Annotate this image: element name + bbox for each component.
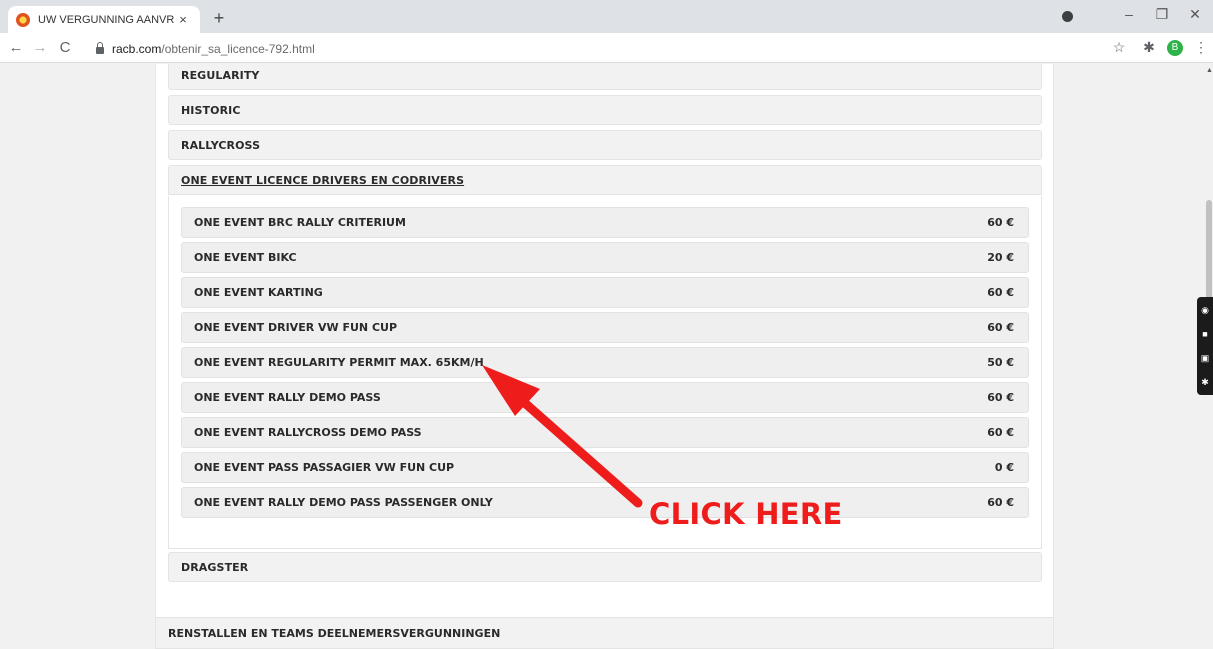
licence-item-name: ONE EVENT REGULARITY PERMIT MAX. 65KM/H — [194, 356, 484, 369]
accordion-dragster[interactable]: DRAGSTER — [168, 552, 1042, 582]
accordion-one-event[interactable]: ONE EVENT LICENCE DRIVERS EN CODRIVERS — [168, 165, 1042, 195]
licence-item-name: ONE EVENT BRC RALLY CRITERIUM — [194, 216, 406, 229]
accordion-regularity[interactable]: REGULARITY — [168, 64, 1042, 90]
licence-item[interactable]: ONE EVENT RALLY DEMO PASS PASSENGER ONLY… — [181, 487, 1029, 518]
tab-close-icon[interactable]: × — [174, 12, 192, 27]
licence-item[interactable]: ONE EVENT BIKC 20 € — [181, 242, 1029, 273]
licence-item[interactable]: ONE EVENT REGULARITY PERMIT MAX. 65KM/H … — [181, 347, 1029, 378]
accordion-historic[interactable]: HISTORIC — [168, 95, 1042, 125]
licence-item-name: ONE EVENT RALLY DEMO PASS — [194, 391, 381, 404]
page-viewport: REGULARITY HISTORIC RALLYCROSS ONE EVENT… — [0, 64, 1205, 649]
licence-item[interactable]: ONE EVENT BRC RALLY CRITERIUM 60 € — [181, 207, 1029, 238]
licence-item-name: ONE EVENT KARTING — [194, 286, 323, 299]
forward-button[interactable]: → — [30, 39, 50, 56]
screen-capture-widget: ◉ ■ ▣ ✱ — [1197, 297, 1213, 395]
window-close-button[interactable]: ✕ — [1181, 6, 1209, 23]
url-host: racb.com — [112, 41, 162, 56]
licence-item-price: 60 € — [987, 426, 1014, 439]
licence-item-price: 60 € — [987, 496, 1014, 509]
licence-item-price: 60 € — [987, 216, 1014, 229]
licence-item-price: 50 € — [987, 356, 1014, 369]
lock-icon — [96, 42, 104, 54]
video-icon[interactable]: ■ — [1200, 329, 1210, 339]
licence-item-price: 60 € — [987, 321, 1014, 334]
click-here-label: CLICK HERE — [649, 497, 843, 531]
extensions-icon[interactable]: ✱ — [1140, 39, 1158, 56]
image-icon[interactable]: ▣ — [1200, 353, 1210, 363]
browser-menu-icon[interactable]: ⋮ — [1192, 39, 1210, 56]
licence-item[interactable]: ONE EVENT PASS PASSAGIER VW FUN CUP 0 € — [181, 452, 1029, 483]
accordion-renstallen[interactable]: RENSTALLEN EN TEAMS DEELNEMERSVERGUNNING… — [155, 617, 1054, 649]
restore-button[interactable]: ❐ — [1148, 6, 1176, 23]
address-bar[interactable]: racb.com/obtenir_sa_licence-792.html — [92, 38, 1104, 59]
browser-toolbar: ← → C racb.com/obtenir_sa_licence-792.ht… — [0, 33, 1213, 63]
licence-item-price: 60 € — [987, 286, 1014, 299]
licence-item[interactable]: ONE EVENT DRIVER VW FUN CUP 60 € — [181, 312, 1029, 343]
browser-tab[interactable]: UW VERGUNNING AANVRAGEN × — [8, 6, 200, 33]
minimize-button[interactable]: – — [1115, 6, 1143, 22]
licence-item-name: ONE EVENT RALLYCROSS DEMO PASS — [194, 426, 422, 439]
licence-item[interactable]: ONE EVENT KARTING 60 € — [181, 277, 1029, 308]
licence-item-name: ONE EVENT DRIVER VW FUN CUP — [194, 321, 398, 334]
licence-item-name: ONE EVENT RALLY DEMO PASS PASSENGER ONLY — [194, 496, 493, 509]
back-button[interactable]: ← — [6, 39, 26, 56]
licence-item[interactable]: ONE EVENT RALLY DEMO PASS 60 € — [181, 382, 1029, 413]
licence-item-price: 60 € — [987, 391, 1014, 404]
reload-button[interactable]: C — [55, 39, 75, 56]
tab-strip: UW VERGUNNING AANVRAGEN × + – ❐ ✕ — [0, 0, 1213, 33]
accordion-rallycross[interactable]: RALLYCROSS — [168, 130, 1042, 160]
licence-item-price: 20 € — [987, 251, 1014, 264]
licence-item-name: ONE EVENT PASS PASSAGIER VW FUN CUP — [194, 461, 455, 474]
licence-item-name: ONE EVENT BIKC — [194, 251, 297, 264]
settings-gear-icon[interactable]: ✱ — [1200, 377, 1210, 387]
new-tab-button[interactable]: + — [208, 8, 230, 29]
tab-title: UW VERGUNNING AANVRAGEN — [38, 13, 174, 26]
url-path: /obtenir_sa_licence-792.html — [161, 41, 315, 56]
record-indicator-icon[interactable] — [1062, 11, 1073, 22]
scroll-up-arrow-icon[interactable]: ▲ — [1206, 67, 1213, 74]
profile-avatar[interactable]: B — [1167, 40, 1183, 56]
licence-item-price: 0 € — [994, 461, 1014, 474]
bookmark-star-icon[interactable]: ☆ — [1110, 39, 1128, 56]
camera-icon[interactable]: ◉ — [1200, 305, 1210, 315]
site-favicon-icon — [16, 12, 30, 27]
licence-item[interactable]: ONE EVENT RALLYCROSS DEMO PASS 60 € — [181, 417, 1029, 448]
scrollbar-thumb[interactable] — [1206, 200, 1212, 300]
